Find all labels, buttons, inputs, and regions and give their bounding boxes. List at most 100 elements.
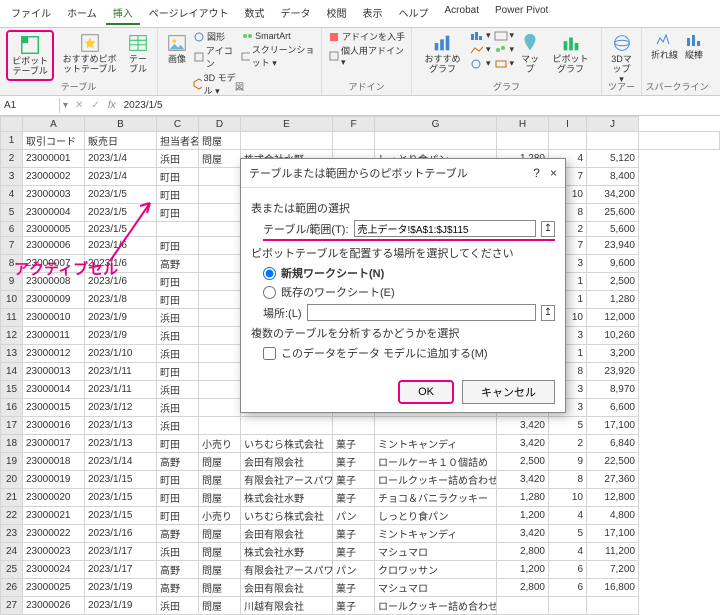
row-header[interactable]: 5 <box>1 204 23 222</box>
cell[interactable]: 会田有限会社 <box>241 579 333 597</box>
cell[interactable]: 2023/1/15 <box>85 471 157 489</box>
cell[interactable]: 浜田 <box>157 327 199 345</box>
cell[interactable]: 問屋 <box>199 471 241 489</box>
row-header[interactable]: 7 <box>1 237 23 255</box>
cell[interactable] <box>241 417 333 435</box>
shapes-button[interactable]: 図形 <box>193 30 238 43</box>
cell[interactable]: 23000015 <box>23 399 85 417</box>
cell[interactable]: 2023/1/12 <box>85 399 157 417</box>
cell[interactable]: 2023/1/6 <box>85 237 157 255</box>
cell[interactable] <box>587 597 639 615</box>
cell[interactable]: 10,260 <box>587 327 639 345</box>
cell[interactable] <box>199 399 241 417</box>
cell[interactable]: 3,420 <box>497 471 549 489</box>
dialog-close-button[interactable]: × <box>550 166 557 180</box>
radio-new-sheet[interactable]: 新規ワークシート(N) <box>263 265 555 281</box>
cell[interactable]: 2023/1/16 <box>85 525 157 543</box>
fx-icon[interactable]: fx <box>104 100 120 111</box>
cell[interactable]: 23000010 <box>23 309 85 327</box>
get-addin-button[interactable]: アドインを入手 <box>328 30 405 43</box>
cell[interactable]: 問屋 <box>199 489 241 507</box>
cell[interactable]: 23000005 <box>23 222 85 237</box>
cell[interactable]: 2023/1/13 <box>85 417 157 435</box>
cell[interactable]: ロールクッキー詰め合わせ <box>375 597 497 615</box>
cell[interactable]: 浜田 <box>157 150 199 168</box>
col-header-F[interactable]: F <box>333 117 375 132</box>
cell[interactable]: 16,800 <box>587 579 639 597</box>
cell[interactable]: 7,200 <box>587 561 639 579</box>
cell[interactable] <box>199 255 241 273</box>
cell[interactable]: 小売り <box>199 435 241 453</box>
col-header-H[interactable]: H <box>497 117 549 132</box>
col-header-B[interactable]: B <box>85 117 157 132</box>
cell[interactable]: 23000023 <box>23 543 85 561</box>
cell[interactable]: 浜田 <box>157 345 199 363</box>
sparkline-col-button[interactable]: 縦棒 <box>683 30 705 63</box>
cell[interactable]: 2023/1/9 <box>85 309 157 327</box>
row-header[interactable]: 9 <box>1 273 23 291</box>
cell[interactable]: 23,940 <box>587 237 639 255</box>
cell[interactable]: 2023/1/4 <box>85 168 157 186</box>
cell[interactable]: 23000014 <box>23 381 85 399</box>
row-header[interactable]: 20 <box>1 471 23 489</box>
cell[interactable]: 2023/1/11 <box>85 363 157 381</box>
cell[interactable]: 町田 <box>157 204 199 222</box>
row-header[interactable]: 23 <box>1 525 23 543</box>
cell[interactable]: 問屋 <box>199 561 241 579</box>
cell[interactable]: 株式会社水野 <box>241 489 333 507</box>
tab-データ[interactable]: データ <box>274 2 318 25</box>
select-all-cell[interactable] <box>1 117 23 132</box>
cell[interactable]: 2023/1/8 <box>85 291 157 309</box>
cell[interactable]: 町田 <box>157 186 199 204</box>
cell[interactable]: 23000004 <box>23 204 85 222</box>
cell[interactable]: 浜田 <box>157 399 199 417</box>
recommended-pivot-button[interactable]: おすすめピボットテーブル <box>57 30 122 77</box>
row-header[interactable]: 21 <box>1 489 23 507</box>
range-input[interactable] <box>354 220 537 237</box>
cell[interactable]: 有限会社アースパワー <box>241 471 333 489</box>
cell[interactable]: 1,200 <box>497 507 549 525</box>
cell[interactable]: 23000006 <box>23 237 85 255</box>
cell[interactable]: 菓子 <box>333 579 375 597</box>
cell[interactable]: 2023/1/17 <box>85 543 157 561</box>
cell[interactable]: 34,200 <box>587 186 639 204</box>
cell[interactable] <box>199 309 241 327</box>
cell[interactable]: 1,280 <box>587 291 639 309</box>
cell[interactable]: 2023/1/19 <box>85 597 157 615</box>
formula-input[interactable]: 2023/1/5 <box>120 98 167 113</box>
col-header-G[interactable]: G <box>375 117 497 132</box>
tab-Acrobat[interactable]: Acrobat <box>438 2 486 25</box>
cell[interactable]: 23000002 <box>23 168 85 186</box>
cell[interactable]: 高野 <box>157 579 199 597</box>
range-picker-button[interactable]: ↥ <box>541 221 555 237</box>
tab-表示[interactable]: 表示 <box>356 2 390 25</box>
cell[interactable]: ロールケーキ１０個詰め <box>375 453 497 471</box>
cell[interactable]: チョコ＆バニラクッキー <box>375 489 497 507</box>
cell[interactable]: 浜田 <box>157 597 199 615</box>
cell[interactable]: 23000013 <box>23 363 85 381</box>
cell[interactable]: 6 <box>549 561 587 579</box>
cell[interactable]: いちむら株式会社 <box>241 507 333 525</box>
tab-ヘルプ[interactable]: ヘルプ <box>392 2 436 25</box>
cell[interactable]: 1,280 <box>497 489 549 507</box>
col-header-J[interactable]: J <box>587 117 639 132</box>
cell[interactable]: 8 <box>549 471 587 489</box>
cell[interactable]: 町田 <box>157 291 199 309</box>
dialog-help-button[interactable]: ? <box>533 166 540 180</box>
cell[interactable]: ミントキャンディ <box>375 435 497 453</box>
cell[interactable] <box>157 222 199 237</box>
row-header[interactable]: 25 <box>1 561 23 579</box>
cell[interactable]: 問屋 <box>199 453 241 471</box>
row-header[interactable]: 12 <box>1 327 23 345</box>
tab-数式[interactable]: 数式 <box>238 2 272 25</box>
ok-button[interactable]: OK <box>398 380 454 404</box>
cancel-formula-icon[interactable]: ✕ <box>71 100 87 111</box>
cell[interactable] <box>199 363 241 381</box>
cell[interactable]: 5,120 <box>587 150 639 168</box>
cell[interactable] <box>199 327 241 345</box>
radio-new-sheet-input[interactable] <box>263 267 276 280</box>
screenshot-button[interactable]: スクリーンショット ▾ <box>241 43 315 69</box>
cell[interactable]: 3,420 <box>497 525 549 543</box>
cell[interactable]: 9 <box>549 453 587 471</box>
cell[interactable]: 浜田 <box>157 381 199 399</box>
